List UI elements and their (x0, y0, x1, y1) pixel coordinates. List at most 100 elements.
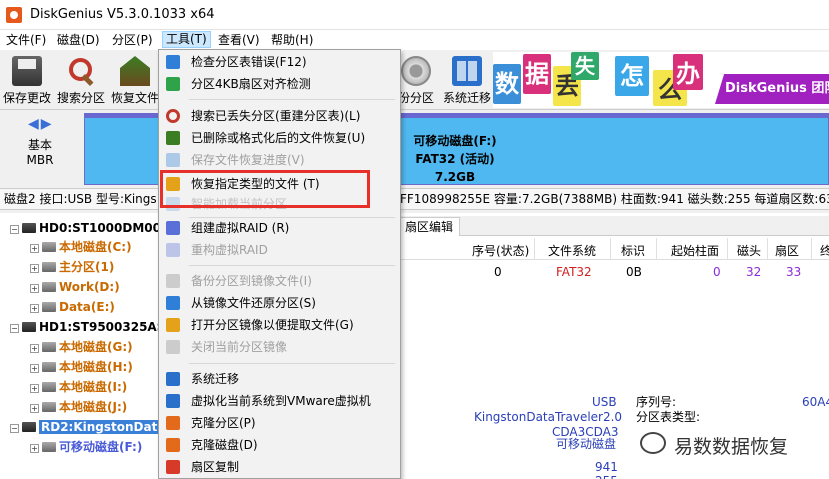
collapse-icon[interactable]: − (10, 424, 19, 433)
watermark: 易数数据恢复 (640, 430, 829, 460)
tree-disk-rd2[interactable]: − RD2:KingstonData (10, 418, 159, 436)
expand-icon[interactable]: + (30, 244, 39, 253)
menu-separator (189, 99, 395, 100)
save-changes-label: 保存更改 (2, 91, 51, 105)
tree-volume[interactable]: + 本地磁盘(J:) (30, 398, 127, 416)
menu-item-clone-disk[interactable]: 克隆磁盘(D) (159, 434, 400, 456)
menu-item-sector-copy[interactable]: 扇区复制 (159, 456, 400, 478)
system-migrate-button[interactable]: 系统迁移 (442, 54, 492, 106)
volume-icon (42, 382, 56, 392)
recover-icon (166, 131, 180, 145)
search-partition-button[interactable]: 搜索分区 (56, 54, 106, 106)
menu-partition[interactable]: 分区(P) (109, 32, 156, 49)
col-separator[interactable] (656, 238, 657, 260)
tree-volume[interactable]: + 本地磁盘(H:) (30, 358, 133, 376)
system-migrate-label: 系统迁移 (442, 91, 491, 105)
col-end[interactable]: 终 (820, 242, 829, 259)
col-index[interactable]: 序号(状态) (472, 242, 529, 259)
promo-banner[interactable]: 数 据 丢 失 怎 么 办 DiskGenius 团队 (493, 52, 829, 108)
expand-icon[interactable]: + (30, 284, 39, 293)
menu-item-recover-deleted[interactable]: 已删除或格式化后的文件恢复(U) (159, 127, 400, 149)
open-image-icon (166, 318, 180, 332)
volume-icon (42, 342, 56, 352)
col-heads[interactable]: 磁头 (737, 242, 761, 259)
menu-item-label: 已删除或格式化后的文件恢复(U) (191, 131, 366, 145)
col-separator[interactable] (811, 238, 812, 260)
menu-item-label: 系统迁移 (191, 372, 240, 386)
save-changes-button[interactable]: 保存更改 (2, 54, 52, 106)
menu-item-label: 虚拟化当前系统到VMware虚拟机 (191, 394, 371, 408)
collapse-icon[interactable]: − (10, 225, 19, 234)
expand-icon[interactable]: + (30, 404, 39, 413)
app-icon (6, 7, 22, 23)
tree-volume[interactable]: + 本地磁盘(I:) (30, 378, 127, 396)
tree-disk-hd1[interactable]: − HD1:ST9500325AS (10, 318, 159, 336)
volume-icon (42, 442, 56, 452)
menu-help[interactable]: 帮助(H) (268, 32, 316, 49)
menu-item-label: 从镜像文件还原分区(S) (191, 296, 316, 310)
sector-copy-icon (166, 460, 180, 474)
disk-nav-arrows[interactable]: ◀▶ (28, 116, 54, 132)
tab-sector-edit[interactable]: 扇区编辑 (398, 217, 461, 236)
expand-icon[interactable]: + (30, 344, 39, 353)
menu-file[interactable]: 文件(F) (3, 32, 49, 49)
menu-item-save-progress[interactable]: 保存文件恢复进度(V) (159, 149, 400, 171)
menu-item-restore-from-image[interactable]: 从镜像文件还原分区(S) (159, 292, 400, 314)
menu-item-close-image[interactable]: 关闭当前分区镜像 (159, 336, 400, 358)
col-separator[interactable] (727, 238, 728, 260)
menu-item-search-lost-partition[interactable]: 搜索已丢失分区(重建分区表)(L) (159, 105, 400, 127)
menu-item-check-partition-table[interactable]: 检查分区表错误(F12) (159, 51, 400, 73)
col-filesystem[interactable]: 文件系统 (548, 242, 596, 259)
banner-tile: 数 (493, 64, 521, 104)
tree-label: Work(D:) (59, 280, 120, 294)
menu-item-open-image[interactable]: 打开分区镜像以便提取文件(G) (159, 314, 400, 336)
tools-menu: 检查分区表错误(F12) 分区4KB扇区对齐检测 搜索已丢失分区(重建分区表)(… (158, 49, 401, 479)
col-separator[interactable] (534, 238, 535, 260)
col-start-cyl[interactable]: 起始柱面 (671, 242, 719, 259)
tree-label: HD0:ST1000DM00 (39, 221, 160, 235)
expand-icon[interactable]: + (30, 384, 39, 393)
menu-item-system-migrate[interactable]: 系统迁移 (159, 368, 400, 390)
tree-label: 本地磁盘(H:) (59, 360, 133, 374)
check-icon (166, 55, 180, 69)
menu-item-virtualize-vmware[interactable]: 虚拟化当前系统到VMware虚拟机 (159, 390, 400, 412)
menu-item-label: 保存文件恢复进度(V) (191, 153, 305, 167)
col-id[interactable]: 标识 (621, 242, 645, 259)
banner-brand: DiskGenius 团队 (715, 74, 829, 104)
prop-ptype-label: 分区表类型: (636, 410, 701, 424)
tree-volume[interactable]: + 主分区(1) (30, 258, 114, 276)
tree-volume[interactable]: + Data(E:) (30, 298, 115, 316)
col-sectors[interactable]: 扇区 (775, 242, 799, 259)
expand-icon[interactable]: + (30, 444, 39, 453)
menu-item-build-raid[interactable]: 组建虚拟RAID (R) (159, 217, 400, 239)
table-row[interactable]: 0 FAT32 0B 0 32 33 (398, 262, 829, 282)
menu-view[interactable]: 查看(V) (215, 32, 263, 49)
expand-icon[interactable]: + (30, 264, 39, 273)
tree-volume[interactable]: + 本地磁盘(G:) (30, 338, 133, 356)
menu-disk[interactable]: 磁盘(D) (54, 32, 103, 49)
expand-icon[interactable]: + (30, 304, 39, 313)
expand-icon[interactable]: + (30, 364, 39, 373)
raid-icon (166, 221, 180, 235)
tree-volume[interactable]: + Work(D:) (30, 278, 120, 296)
menu-item-rebuild-raid[interactable]: 重构虚拟RAID (159, 239, 400, 261)
tree-volume[interactable]: + 可移动磁盘(F:) (30, 438, 142, 456)
collapse-icon[interactable]: − (10, 324, 19, 333)
menu-item-backup-to-image[interactable]: 备份分区到镜像文件(I) (159, 270, 400, 292)
partition-table-header: 序号(状态) 文件系统 标识 起始柱面 磁头 扇区 终 (398, 238, 829, 260)
menu-item-label: 重构虚拟RAID (191, 243, 268, 257)
recover-files-button[interactable]: 恢复文件 (110, 54, 160, 106)
tree-disk-hd0[interactable]: − HD0:ST1000DM00 (10, 219, 160, 237)
menu-item-4k-align[interactable]: 分区4KB扇区对齐检测 (159, 73, 400, 95)
partition-fs: FAT32 (活动) (415, 152, 495, 166)
prop-model: KingstonDataTraveler2.0 (474, 410, 623, 424)
backup-partition-button[interactable]: 份分区 (396, 54, 436, 106)
col-separator[interactable] (767, 238, 768, 260)
col-separator[interactable] (610, 238, 611, 260)
tree-volume[interactable]: + 本地磁盘(C:) (30, 238, 132, 256)
menu-item-clone-partition[interactable]: 克隆分区(P) (159, 412, 400, 434)
menu-tools[interactable]: 工具(T) (162, 31, 211, 48)
prop-heads: 255 (595, 474, 618, 479)
clone-partition-icon (166, 416, 180, 430)
banner-tile: 失 (571, 52, 599, 80)
